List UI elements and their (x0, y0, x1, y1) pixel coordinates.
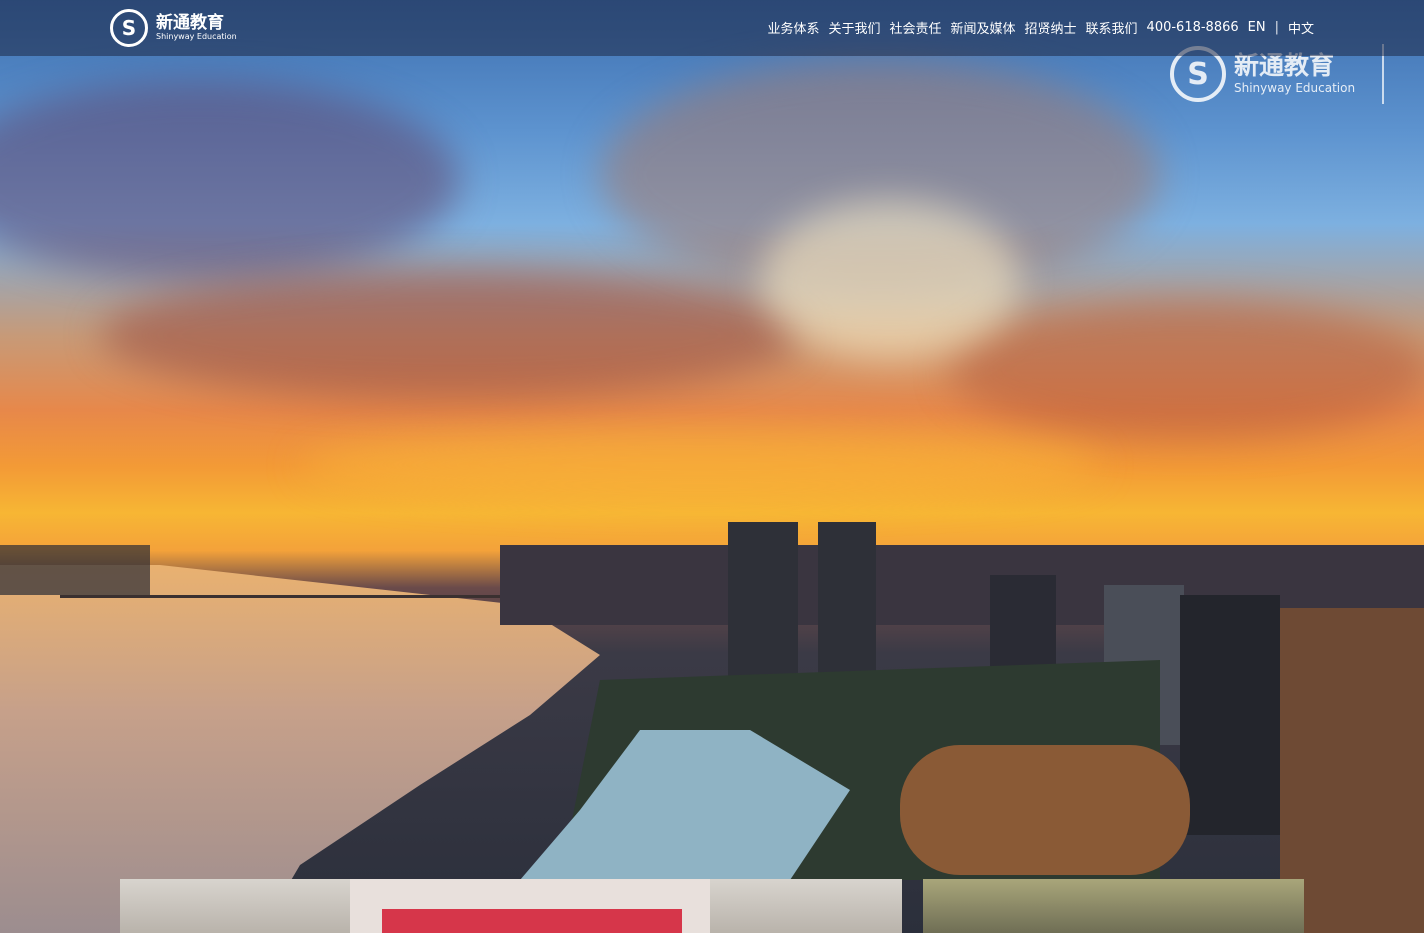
hotline-number[interactable]: 400-618-8866 (1147, 20, 1239, 35)
nav-careers[interactable]: 招贤纳士 (1025, 18, 1077, 37)
nav-about[interactable]: 关于我们 (828, 18, 880, 37)
lang-cn-link[interactable]: 中文 (1288, 18, 1314, 37)
top-header: S 新通教育 Shinyway Education 业务体系 关于我们 社会责任… (0, 0, 1424, 56)
logo-cn-text: 新通教育 (156, 13, 224, 33)
bridge (60, 595, 500, 598)
nav-contact[interactable]: 联系我们 (1086, 18, 1138, 37)
tower (1180, 595, 1280, 835)
shinyway-logo-icon: S (110, 9, 148, 47)
nav-news-media[interactable]: 新闻及媒体 (951, 18, 1016, 37)
hero-banner: S 新通教育 Shinyway Education (0, 0, 1424, 933)
nav-business[interactable]: 业务体系 (767, 18, 819, 37)
main-nav: 业务体系 关于我们 社会责任 新闻及媒体 招贤纳士 联系我们 400-618-8… (767, 18, 1314, 37)
watermark-cn: 新通教育 (1234, 51, 1335, 80)
cloud (760, 200, 1020, 360)
photo-card-1[interactable] (120, 879, 902, 933)
skyline (0, 545, 150, 595)
lang-en-link[interactable]: EN (1248, 20, 1266, 35)
cloud (100, 270, 800, 400)
watermark-en: Shinyway Education (1234, 81, 1356, 95)
photo-card-2[interactable] (923, 879, 1304, 933)
cloud (300, 430, 1100, 500)
logo-en-text: Shinyway Education (156, 32, 237, 41)
site-logo[interactable]: S 新通教育 Shinyway Education (110, 9, 237, 47)
cloud (950, 300, 1424, 440)
stadium (900, 745, 1190, 875)
lang-separator: | (1274, 20, 1279, 35)
nav-social-responsibility[interactable]: 社会责任 (889, 18, 941, 37)
photo-banner (382, 909, 682, 933)
